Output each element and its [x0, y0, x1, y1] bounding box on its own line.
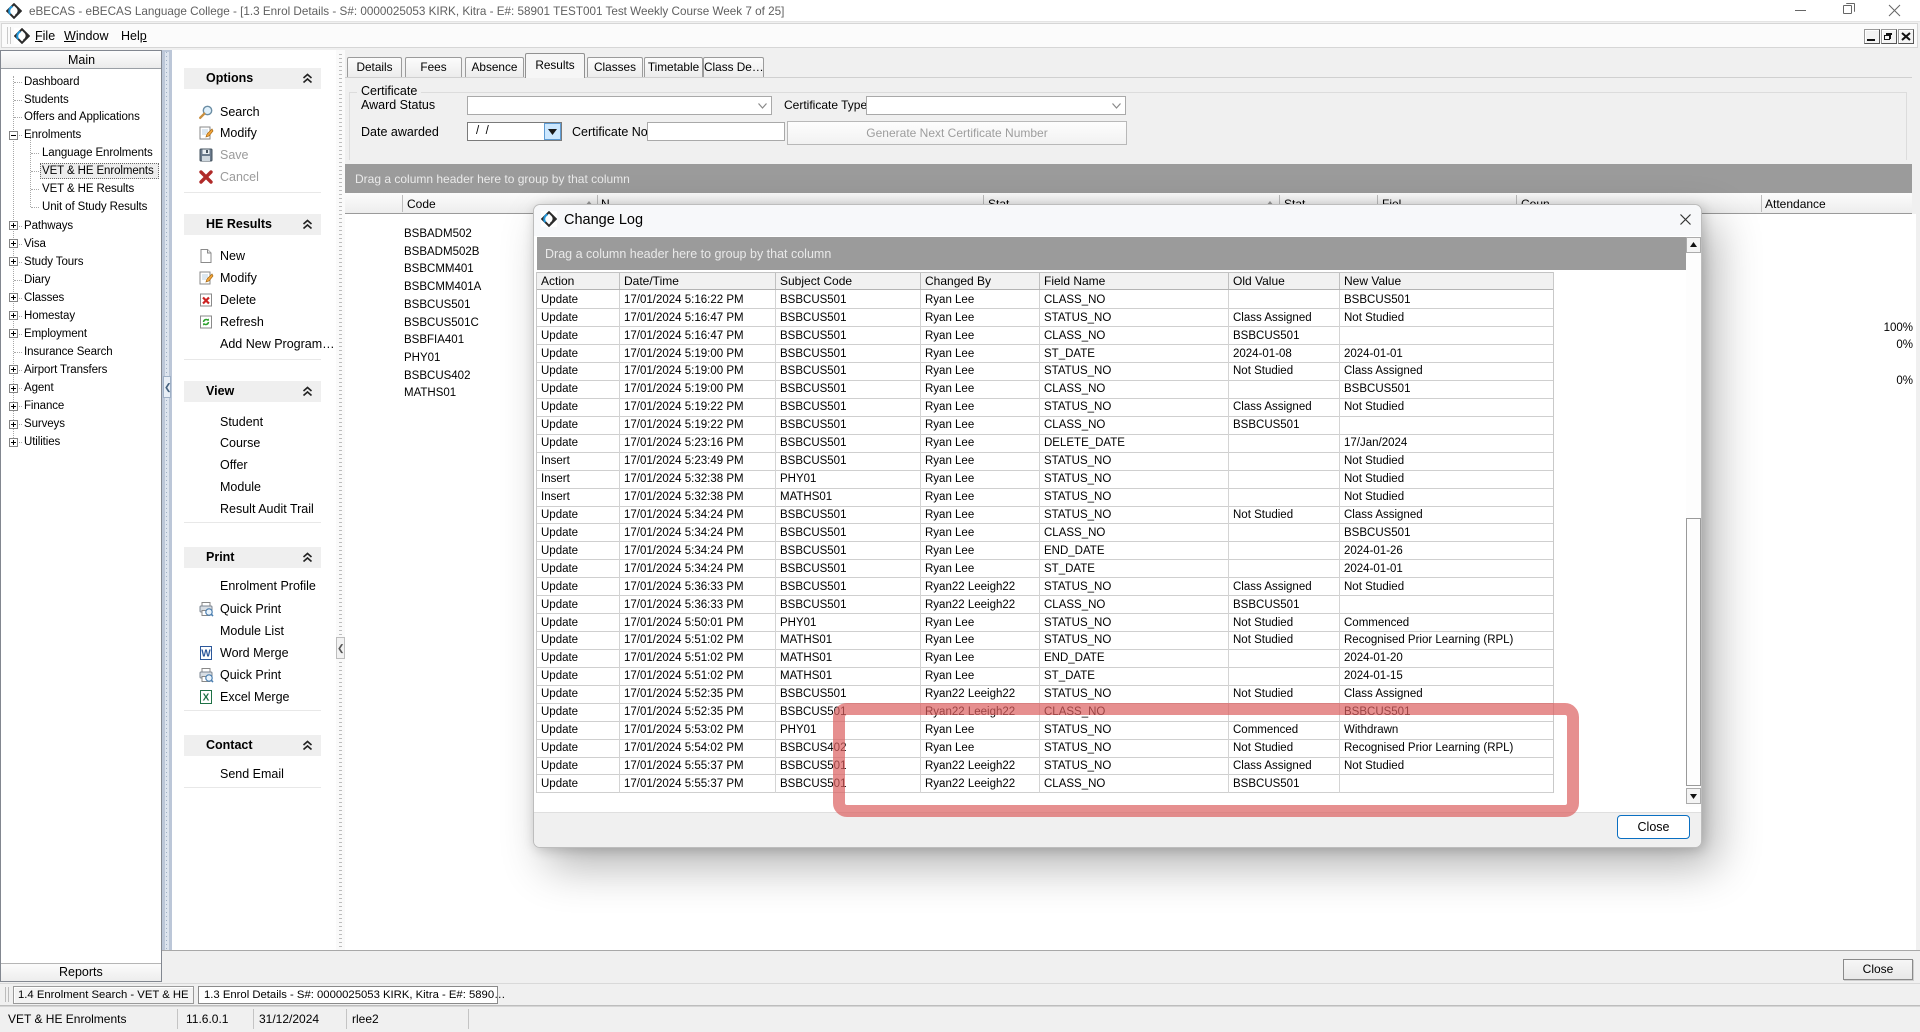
- svg-text:X: X: [203, 693, 210, 704]
- svg-text:W: W: [201, 648, 211, 659]
